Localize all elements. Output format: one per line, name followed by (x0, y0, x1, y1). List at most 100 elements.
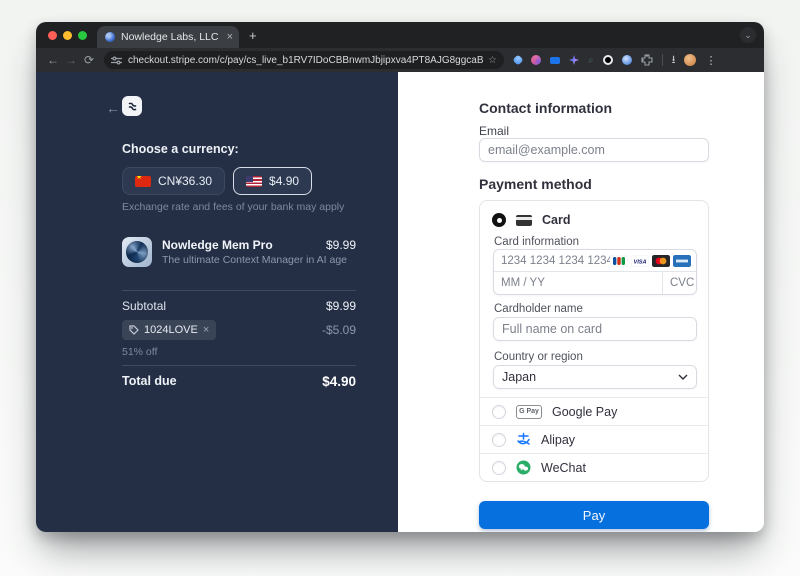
product-description: The ultimate Context Manager in AI age (162, 254, 348, 266)
tab-close-icon[interactable]: × (227, 31, 233, 43)
extension-icons: ⌕ ⭳ ⋮ (512, 51, 716, 70)
contact-heading: Contact information (479, 100, 612, 116)
coupon-chip: 1024LOVE × (122, 320, 217, 340)
address-bar[interactable]: checkout.stripe.com/c/pay/cs_live_b1RV7I… (104, 51, 504, 69)
order-summary-panel: ← Choose a currency: CN¥36.30 $4.90 Exch… (36, 72, 398, 532)
new-tab-button[interactable]: + (249, 28, 257, 43)
chevron-down-icon (678, 374, 688, 380)
minimize-window-button[interactable] (63, 30, 72, 40)
wechat-radio[interactable] (492, 460, 506, 475)
pay-button[interactable]: Pay (479, 501, 709, 529)
product-name: Nowledge Mem Pro (162, 238, 273, 252)
email-input[interactable] (479, 138, 709, 162)
google-pay-label: Google Pay (552, 404, 618, 419)
product-icon (122, 237, 152, 267)
wechat-icon (516, 460, 531, 475)
maximize-window-button[interactable] (78, 30, 87, 40)
browser-menu-icon[interactable]: ⋮ (705, 54, 716, 67)
toolbar-divider (661, 54, 663, 66)
extension-spark-icon[interactable] (569, 55, 579, 65)
cvc-input[interactable] (663, 273, 764, 293)
card-method-option[interactable]: Card (492, 213, 570, 227)
currency-heading: Choose a currency: (122, 142, 239, 156)
total-divider (122, 365, 356, 366)
payment-method-box: Card Card information 1234 1234 1234 123… (479, 200, 764, 482)
reload-button[interactable]: ⟳ (80, 53, 98, 67)
us-flag-icon (246, 175, 263, 187)
card-information-label: Card information (494, 236, 580, 248)
wechat-option[interactable]: WeChat (480, 453, 708, 481)
card-fields-group: VISA (493, 249, 764, 295)
extension-ring-icon[interactable] (602, 55, 613, 65)
currency-options: CN¥36.30 $4.90 (122, 167, 313, 195)
coupon-discount: -$5.09 (321, 323, 356, 337)
product-price: $9.99 (325, 238, 356, 252)
country-value: Japan (502, 370, 537, 384)
currency-option-cny[interactable]: CN¥36.30 (122, 167, 226, 195)
subtotal-label: Subtotal (122, 299, 167, 313)
back-button[interactable]: ← (44, 53, 62, 67)
tab-search-chevron-icon[interactable]: ⌄ (740, 27, 756, 43)
currency-usd-label: $4.90 (269, 174, 300, 188)
extension-swirl-icon[interactable] (531, 55, 541, 65)
country-label: Country or region (494, 351, 583, 363)
close-window-button[interactable] (48, 30, 57, 40)
browser-toolbar: ← → ⟳ checkout.stripe.com/c/pay/cs_live_… (36, 48, 764, 72)
card-icon (516, 214, 532, 226)
back-to-merchant-button[interactable]: ← (106, 100, 120, 116)
merchant-logo (122, 96, 142, 116)
extension-gem-icon[interactable] (512, 54, 524, 66)
amex-icon (673, 255, 691, 267)
currency-option-usd[interactable]: $4.90 (233, 167, 313, 195)
currency-cny-label: CN¥36.30 (158, 174, 213, 188)
summary-divider (122, 290, 356, 291)
remove-coupon-icon[interactable]: × (203, 324, 209, 336)
exchange-rate-note: Exchange rate and fees of your bank may … (122, 201, 345, 213)
alipay-radio[interactable] (492, 432, 506, 447)
subtotal-value: $9.99 (325, 299, 356, 313)
visa-icon: VISA (631, 255, 649, 267)
coupon-percent-note: 51% off (122, 346, 158, 358)
payment-form-panel: Contact information Email Payment method… (398, 72, 764, 532)
card-radio-selected[interactable] (492, 213, 506, 227)
bookmark-star-icon[interactable]: ☆ (488, 55, 497, 66)
checkout-page: ← Choose a currency: CN¥36.30 $4.90 Exch… (36, 72, 764, 532)
alipay-icon (517, 432, 530, 445)
country-select[interactable]: Japan (493, 365, 697, 389)
url-text: checkout.stripe.com/c/pay/cs_live_b1RV7I… (128, 54, 484, 66)
site-settings-icon[interactable] (111, 56, 122, 65)
alipay-option[interactable]: Alipay (480, 425, 708, 453)
wallet-options: G Pay Google Pay Alipay WeChat (480, 397, 708, 481)
tag-icon (129, 325, 139, 335)
tab-favicon-icon (105, 32, 115, 42)
jcb-icon (610, 255, 628, 267)
alipay-label: Alipay (541, 432, 576, 447)
google-pay-option[interactable]: G Pay Google Pay (480, 397, 708, 425)
email-label: Email (479, 124, 510, 138)
extension-globe-icon[interactable] (621, 55, 632, 65)
svg-text:VISA: VISA (633, 260, 646, 266)
wechat-label: WeChat (541, 460, 586, 475)
mastercard-icon (652, 255, 670, 267)
card-brand-icons: VISA (610, 255, 691, 267)
subtotal-row: Subtotal $9.99 (122, 299, 356, 313)
tab-strip: Nowledge Labs, LLC × + ⌄ (36, 22, 764, 48)
extension-search-icon[interactable]: ⌕ (588, 55, 594, 66)
downloads-icon[interactable]: ⭳ (672, 51, 676, 70)
cardholder-input[interactable] (493, 317, 697, 341)
coupon-row: 1024LOVE × -$5.09 (122, 320, 356, 340)
total-due-label: Total due (122, 374, 177, 388)
expiry-input[interactable] (494, 273, 662, 293)
extensions-puzzle-icon[interactable] (641, 54, 653, 66)
forward-button[interactable]: → (62, 53, 80, 67)
browser-window: Nowledge Labs, LLC × + ⌄ ← → ⟳ checkout.… (36, 22, 764, 532)
extension-card-icon[interactable] (550, 56, 560, 64)
coupon-code: 1024LOVE (144, 324, 198, 336)
window-controls (48, 30, 87, 40)
tab-title: Nowledge Labs, LLC (121, 31, 219, 43)
google-pay-icon: G Pay (516, 404, 542, 419)
google-pay-radio[interactable] (492, 404, 506, 419)
profile-avatar[interactable] (684, 54, 697, 66)
browser-tab[interactable]: Nowledge Labs, LLC × (97, 26, 239, 48)
cardholder-label: Cardholder name (494, 303, 583, 315)
